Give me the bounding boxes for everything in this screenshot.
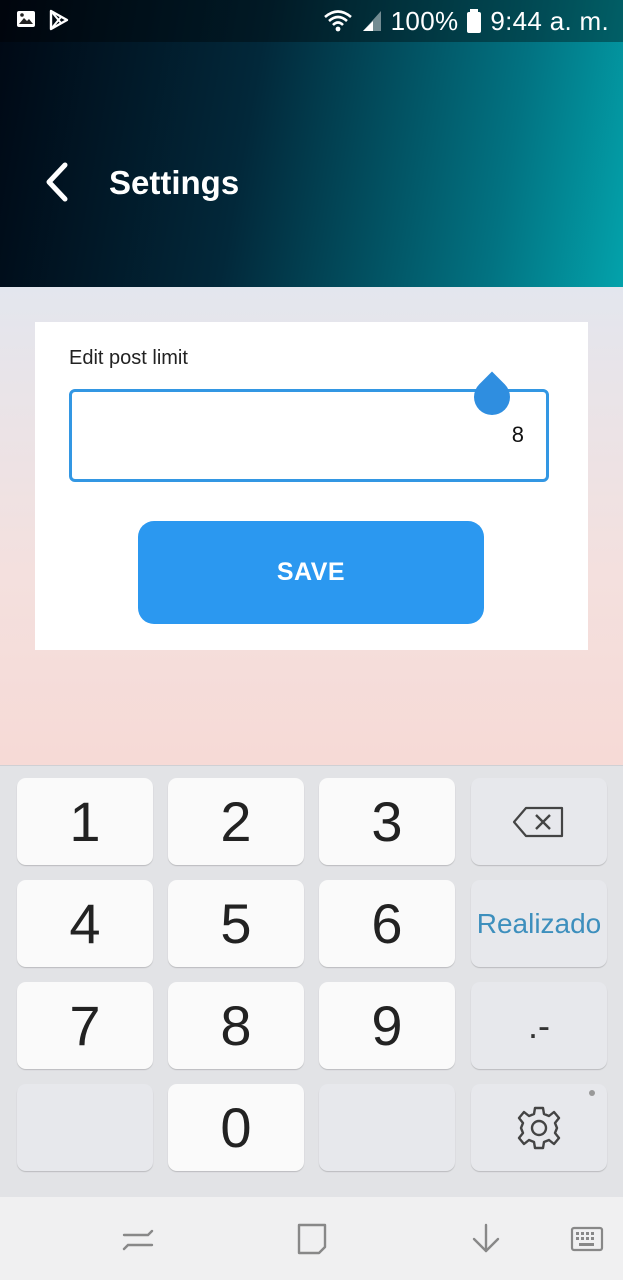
recents-icon: [122, 1229, 154, 1251]
numeric-keyboard: 1 2 3 4 5 6 Realizado 7 8 9 .- 0: [0, 765, 623, 1198]
battery-percent: 100%: [390, 6, 459, 36]
settings-content: Edit post limit 8 SAVE: [0, 287, 623, 765]
play-store-notification-icon: [49, 9, 69, 31]
key-4[interactable]: 4: [17, 880, 153, 967]
switch-keyboard-button[interactable]: [568, 1219, 608, 1259]
clock: 9:44 a. m.: [490, 6, 609, 36]
keyboard-icon: [570, 1226, 604, 1252]
key-9[interactable]: 9: [319, 982, 455, 1069]
back-arrow-icon: [46, 162, 68, 202]
home-icon: [297, 1223, 327, 1255]
key-3[interactable]: 3: [319, 778, 455, 865]
status-bar: 100% 9:44 a. m.: [0, 0, 623, 42]
key-1[interactable]: 1: [17, 778, 153, 865]
wifi-icon: [323, 10, 352, 32]
post-limit-value: 8: [511, 422, 524, 447]
blank-key-left: [17, 1084, 153, 1171]
done-key[interactable]: Realizado: [471, 880, 607, 967]
blank-key-right: [319, 1084, 455, 1171]
signal-icon: [362, 11, 381, 31]
hide-keyboard-button[interactable]: [466, 1219, 506, 1259]
app-header: 100% 9:44 a. m. Settings: [0, 0, 623, 287]
backspace-key[interactable]: [471, 778, 607, 865]
settings-indicator-dot: [589, 1090, 595, 1096]
toolbar: Settings: [0, 150, 623, 214]
key-8[interactable]: 8: [168, 982, 304, 1069]
punctuation-key[interactable]: .-: [471, 982, 607, 1069]
hide-keyboard-icon: [472, 1223, 500, 1253]
post-limit-label: Edit post limit: [69, 347, 188, 369]
key-2[interactable]: 2: [168, 778, 304, 865]
key-6[interactable]: 6: [319, 880, 455, 967]
recents-button[interactable]: [118, 1219, 158, 1259]
keyboard-settings-key[interactable]: [471, 1084, 607, 1171]
settings-card: Edit post limit 8 SAVE: [35, 322, 588, 650]
gallery-notification-icon: [17, 11, 35, 27]
save-button[interactable]: SAVE: [138, 521, 484, 624]
battery-icon: [467, 9, 482, 33]
page-title: Settings: [109, 164, 240, 201]
backspace-icon: [512, 806, 564, 837]
back-button[interactable]: [38, 160, 78, 204]
key-7[interactable]: 7: [17, 982, 153, 1069]
navigation-bar: [0, 1197, 623, 1280]
key-5[interactable]: 5: [168, 880, 304, 967]
home-button[interactable]: [292, 1219, 332, 1259]
key-0[interactable]: 0: [168, 1084, 304, 1171]
gear-icon: [517, 1106, 561, 1149]
